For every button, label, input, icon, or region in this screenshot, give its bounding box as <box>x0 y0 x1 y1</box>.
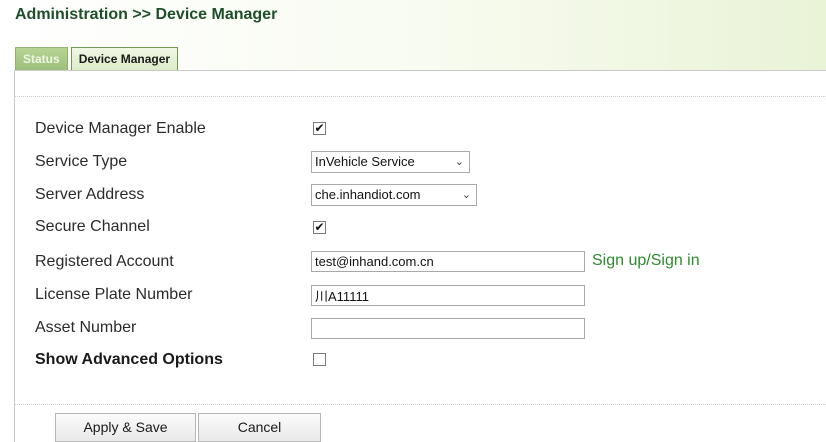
apply-save-button[interactable]: Apply & Save <box>55 413 196 442</box>
tab-device-manager[interactable]: Device Manager <box>70 47 179 70</box>
asset-number-input[interactable] <box>311 318 585 339</box>
chevron-down-icon: ⌄ <box>454 156 464 168</box>
sign-up-sign-in-link[interactable]: Sign up/Sign in <box>592 252 700 270</box>
service-type-label: Service Type <box>35 153 128 170</box>
license-plate-number-input[interactable] <box>311 285 585 306</box>
device-manager-enable-label: Device Manager Enable <box>35 120 206 137</box>
service-type-value: InVehicle Service <box>315 154 415 169</box>
show-advanced-options-label: Show Advanced Options <box>35 351 223 368</box>
license-plate-number-label: License Plate Number <box>35 286 193 303</box>
cancel-button[interactable]: Cancel <box>198 413 321 442</box>
divider-top <box>14 96 826 97</box>
device-manager-page: Administration >> Device Manager Status … <box>0 0 826 442</box>
server-address-select[interactable]: che.inhandiot.com ⌄ <box>311 184 477 206</box>
service-type-select[interactable]: InVehicle Service ⌄ <box>311 151 470 173</box>
chevron-down-icon: ⌄ <box>461 189 471 201</box>
tab-status[interactable]: Status <box>15 47 68 70</box>
secure-channel-label: Secure Channel <box>35 218 150 235</box>
asset-number-label: Asset Number <box>35 319 137 336</box>
server-address-label: Server Address <box>35 186 145 203</box>
secure-channel-checkbox[interactable]: ✔ <box>313 221 326 234</box>
tab-bar: Status Device Manager <box>15 45 179 70</box>
device-manager-enable-checkbox[interactable]: ✔ <box>313 122 326 135</box>
registered-account-input[interactable] <box>311 251 585 272</box>
show-advanced-options-checkbox[interactable] <box>313 353 326 366</box>
registered-account-label: Registered Account <box>35 253 174 270</box>
server-address-value: che.inhandiot.com <box>315 187 421 202</box>
checkmark-icon: ✔ <box>314 220 325 234</box>
checkmark-icon: ✔ <box>314 121 325 135</box>
page-title: Administration >> Device Manager <box>15 6 278 23</box>
divider-bottom <box>14 404 826 405</box>
